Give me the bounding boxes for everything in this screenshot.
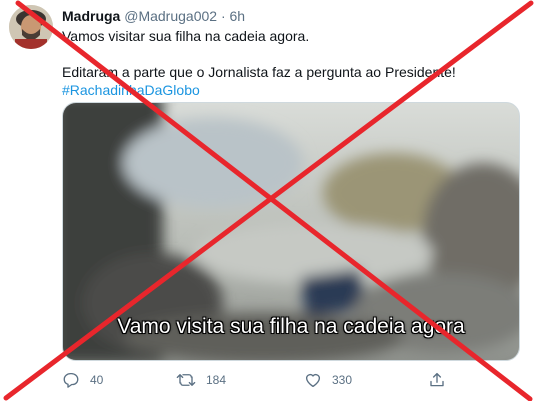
tweet-time[interactable]: 6h — [230, 8, 246, 24]
tweet-line-1: Vamos visitar sua filha na cadeia agora. — [62, 28, 310, 44]
share-icon — [430, 372, 444, 387]
retweet-count: 184 — [206, 373, 227, 387]
avatar[interactable] — [9, 5, 53, 49]
header-separator: · — [220, 8, 226, 24]
tweet-actions: 40 184 330 — [62, 370, 462, 390]
hashtag-link[interactable]: #RachadinhaDaGlobo — [62, 81, 522, 99]
heart-icon — [305, 373, 321, 388]
share-button[interactable] — [428, 370, 456, 390]
video-subtitle: Vamo visita sua filha na cadeia agora — [117, 315, 465, 338]
tweet[interactable]: Madruga @Madruga002 · 6h Vamos visitar s… — [0, 0, 534, 401]
tweet-header: Madruga @Madruga002 · 6h — [62, 8, 245, 24]
retweet-button[interactable]: 184 — [176, 370, 226, 390]
user-name[interactable]: Madruga — [62, 8, 120, 24]
user-handle[interactable]: @Madruga002 — [124, 8, 217, 24]
reply-button[interactable]: 40 — [62, 370, 103, 390]
avatar-image — [9, 5, 53, 49]
like-count: 330 — [332, 373, 353, 387]
retweet-icon — [176, 374, 196, 386]
reply-count: 40 — [90, 373, 104, 387]
reply-icon — [63, 372, 79, 388]
tweet-line-2: Editaram a parte que o Jornalista faz a … — [62, 64, 456, 80]
tweet-text: Vamos visitar sua filha na cadeia agora.… — [62, 27, 522, 99]
like-button[interactable]: 330 — [304, 370, 352, 390]
video-player[interactable]: Vamo visita sua filha na cadeia agora — [62, 102, 520, 361]
